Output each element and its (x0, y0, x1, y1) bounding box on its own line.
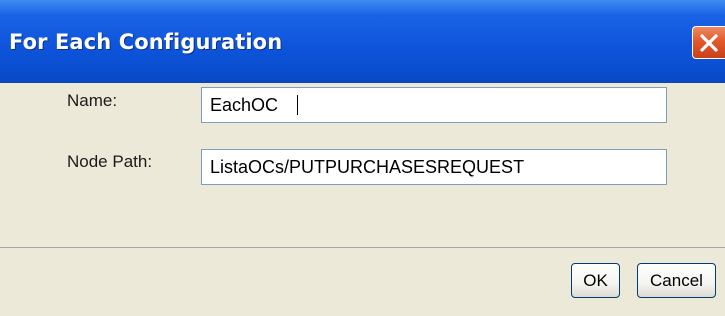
close-button[interactable] (692, 26, 725, 59)
button-bar: OK Cancel (0, 248, 725, 316)
ok-button[interactable]: OK (571, 263, 620, 298)
form-area: Name: Node Path: (0, 83, 725, 247)
node-path-field[interactable] (201, 149, 667, 185)
name-label: Name: (67, 91, 118, 110)
close-icon (700, 34, 718, 52)
text-caret (297, 95, 298, 115)
cancel-button[interactable]: Cancel (637, 263, 716, 298)
dialog-title: For Each Configuration (9, 30, 283, 54)
dialog-window: For Each Configuration Name: Node Path: … (0, 0, 725, 316)
node-path-label: Node Path: (67, 152, 153, 171)
name-field[interactable] (201, 87, 667, 123)
title-bar: For Each Configuration (0, 0, 725, 83)
